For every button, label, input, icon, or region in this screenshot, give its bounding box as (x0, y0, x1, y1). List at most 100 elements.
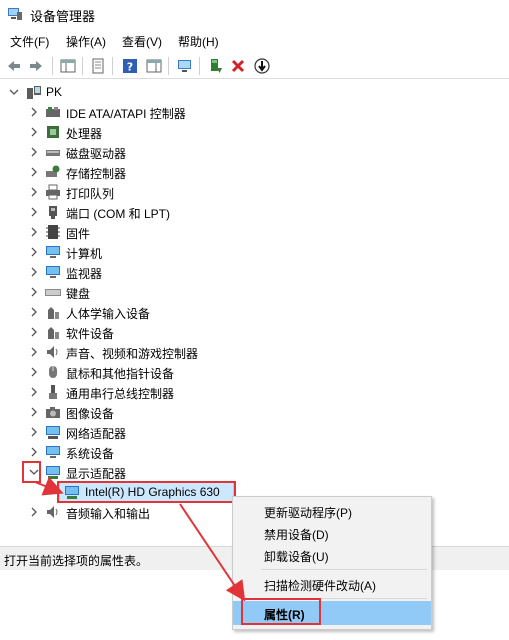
monitor-icon (46, 266, 60, 278)
tree-item-label: 声音、视频和游戏控制器 (66, 347, 199, 361)
toolbar-separator (82, 57, 83, 75)
chevron-right-icon[interactable] (29, 107, 39, 117)
tree-item-disk-drives[interactable]: 磁盘驱动器 (0, 142, 509, 162)
show-hide-console-tree-icon[interactable] (58, 56, 78, 76)
tree-item-print-queues[interactable]: 打印队列 (0, 182, 509, 202)
tree-root-pk[interactable]: PK (0, 82, 509, 102)
chevron-right-icon[interactable] (29, 227, 39, 237)
chevron-right-icon[interactable] (29, 187, 39, 197)
chevron-right-icon[interactable] (29, 207, 39, 217)
chevron-right-icon[interactable] (29, 447, 39, 457)
svg-text:?: ? (127, 61, 133, 74)
ide-controller-icon (46, 107, 60, 117)
annotation-box-expander (22, 461, 41, 483)
tree-item-sound-video-game-controllers[interactable]: 声音、视频和游戏控制器 (0, 342, 509, 362)
tree-item-imaging-devices[interactable]: 图像设备 (0, 402, 509, 422)
device-tree: PK IDE ATA/ATAPI 控制器 处理器 磁盘驱动器 存储控制器 打印队… (0, 80, 509, 546)
tree-item-label: 网络适配器 (66, 427, 127, 441)
computer-root-icon (27, 86, 41, 99)
tree-item-keyboards[interactable]: 键盘 (0, 282, 509, 302)
processor-icon (47, 126, 59, 138)
chevron-right-icon[interactable] (29, 247, 39, 257)
window-title: 设备管理器 (30, 9, 96, 24)
tree-item-label: 显示适配器 (66, 467, 127, 481)
chevron-right-icon[interactable] (29, 127, 39, 137)
tree-item-storage-controllers[interactable]: 存储控制器 (0, 162, 509, 182)
menu-item-uninstall-device[interactable]: 卸载设备(U) (233, 544, 431, 566)
chevron-right-icon[interactable] (29, 147, 39, 157)
tree-item-ports[interactable]: 端口 (COM 和 LPT) (0, 202, 509, 222)
tree-item-label: 软件设备 (66, 327, 115, 341)
menu-item-scan-hardware[interactable]: 扫描检测硬件改动(A) (233, 573, 431, 595)
forward-icon[interactable] (26, 56, 46, 76)
tree-item-human-interface-devices[interactable]: 人体学输入设备 (0, 302, 509, 322)
menu-item-update-driver[interactable]: 更新驱动程序(P) (233, 500, 431, 522)
menu-file[interactable]: 文件(F) (10, 33, 49, 50)
tree-item-firmware[interactable]: 固件 (0, 222, 509, 242)
help-icon[interactable]: ? (120, 56, 140, 76)
scan-hardware-icon[interactable] (175, 56, 195, 76)
properties-sheet-icon[interactable] (88, 56, 108, 76)
network-adapter-icon (46, 426, 60, 439)
menu-separator (261, 569, 427, 570)
tree-item-label: 固件 (66, 227, 91, 241)
menu-action[interactable]: 操作(A) (66, 33, 106, 50)
annotation-box-properties (241, 598, 321, 625)
chevron-right-icon[interactable] (29, 407, 39, 417)
computer-icon (46, 246, 60, 258)
speaker-icon (47, 506, 58, 518)
chevron-right-icon[interactable] (29, 327, 39, 337)
toolbar-separator (199, 57, 200, 75)
tree-item-mice-pointing-devices[interactable]: 鼠标和其他指针设备 (0, 362, 509, 382)
tree-item-label: 鼠标和其他指针设备 (66, 367, 175, 381)
update-driver-icon[interactable] (205, 56, 225, 76)
menu-item-disable-device[interactable]: 禁用设备(D) (233, 522, 431, 544)
mouse-icon (49, 366, 57, 378)
action-pane-icon[interactable] (144, 56, 164, 76)
keyboard-icon (45, 289, 61, 296)
tree-item-label: 打印队列 (66, 187, 115, 201)
tree-item-label: 通用串行总线控制器 (66, 387, 175, 401)
title-bar: 设备管理器 (0, 0, 509, 28)
menu-view[interactable]: 查看(V) (122, 33, 162, 50)
tree-item-monitors[interactable]: 监视器 (0, 262, 509, 282)
tree-root-label: PK (46, 85, 63, 99)
system-device-icon (46, 446, 60, 458)
chevron-right-icon[interactable] (29, 507, 39, 517)
hid-icon (48, 307, 59, 319)
back-icon[interactable] (4, 56, 24, 76)
device-manager-icon (8, 8, 22, 20)
tree-item-label: 存储控制器 (66, 167, 127, 181)
tree-item-system-devices[interactable]: 系统设备 (0, 442, 509, 462)
tree-item-label: 音频输入和输出 (66, 507, 151, 521)
tree-item-usb-controllers[interactable]: 通用串行总线控制器 (0, 382, 509, 402)
tree-item-software-devices[interactable]: 软件设备 (0, 322, 509, 342)
chevron-right-icon[interactable] (29, 367, 39, 377)
menu-item-label: 更新驱动程序(P) (264, 506, 352, 520)
tree-item-processor[interactable]: 处理器 (0, 122, 509, 142)
download-driver-icon[interactable] (252, 56, 272, 76)
menu-item-label: 卸载设备(U) (264, 550, 329, 564)
tree-item-display-adapters[interactable]: 显示适配器 (0, 462, 509, 482)
tree-item-label: 计算机 (66, 247, 103, 261)
printer-icon (46, 184, 60, 200)
chevron-right-icon[interactable] (29, 387, 39, 397)
chevron-right-icon[interactable] (29, 347, 39, 357)
tree-item-network-adapters[interactable]: 网络适配器 (0, 422, 509, 442)
toolbar-separator (168, 57, 169, 75)
chevron-right-icon[interactable] (29, 267, 39, 277)
toolbar: ? (0, 52, 509, 79)
menu-help[interactable]: 帮助(H) (178, 33, 219, 50)
tree-item-ide-controller[interactable]: IDE ATA/ATAPI 控制器 (0, 102, 509, 122)
tree-item-label: 系统设备 (66, 447, 115, 461)
chevron-down-icon[interactable] (9, 87, 19, 97)
chevron-right-icon[interactable] (29, 287, 39, 297)
storage-controller-icon (46, 165, 60, 177)
chevron-right-icon[interactable] (29, 307, 39, 317)
uninstall-device-icon[interactable] (228, 56, 248, 76)
tree-item-label: 人体学输入设备 (66, 307, 151, 321)
tree-item-computer[interactable]: 计算机 (0, 242, 509, 262)
tree-item-label: 处理器 (66, 127, 103, 141)
chevron-right-icon[interactable] (29, 167, 39, 177)
chevron-right-icon[interactable] (29, 427, 39, 437)
